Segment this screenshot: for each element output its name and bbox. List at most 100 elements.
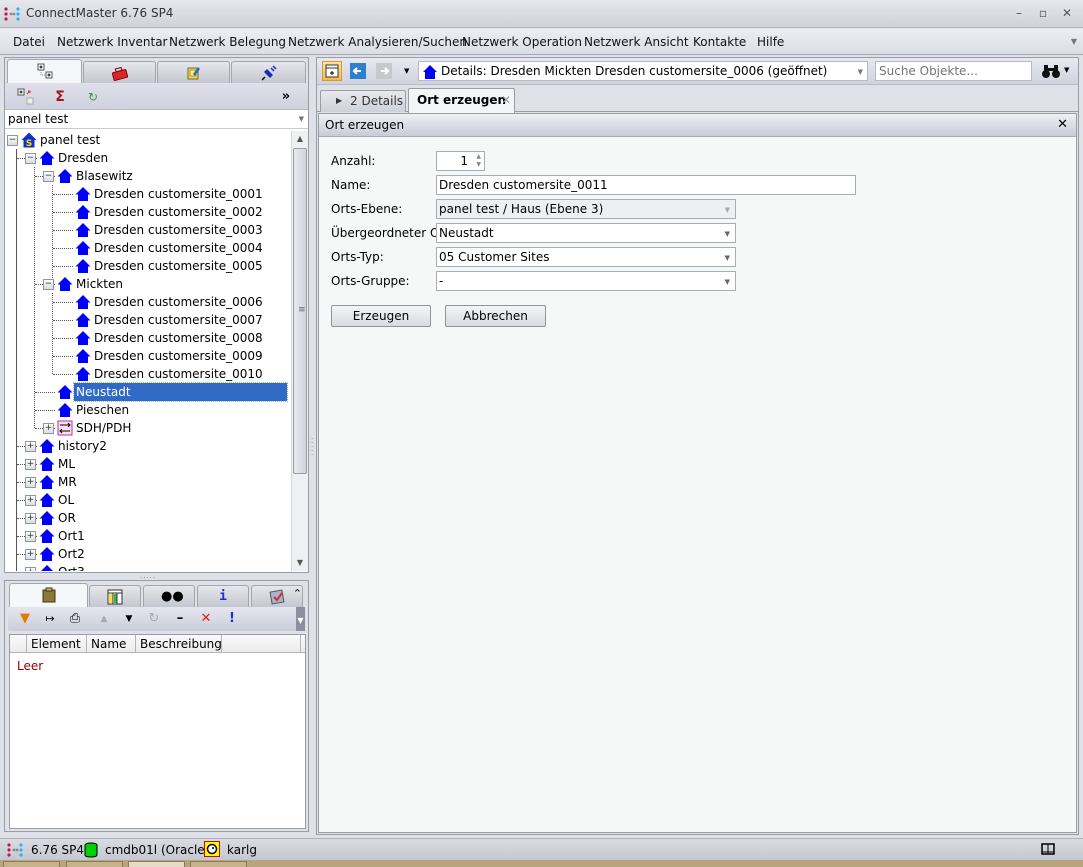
form-title: Ort erzeugen xyxy=(325,118,405,132)
expand-node-icon[interactable]: + xyxy=(25,531,36,542)
forward-button[interactable] xyxy=(374,61,394,81)
maximize-button[interactable]: ▫ xyxy=(1032,4,1054,22)
menu-overflow-icon[interactable]: ▼ xyxy=(1071,37,1077,46)
scroll-up-icon[interactable]: ▲ xyxy=(292,131,308,147)
search-objects-field[interactable] xyxy=(875,61,1032,81)
column-width-icon[interactable]: ↦ xyxy=(41,610,59,628)
collapse-node-icon[interactable]: − xyxy=(43,171,54,182)
tab-clipboard[interactable] xyxy=(9,583,88,607)
refresh-icon[interactable]: ↻ xyxy=(145,610,163,628)
uebergeordneter-ort-select[interactable]: Neustadt ▼ xyxy=(436,223,736,243)
column-header-element[interactable]: Element xyxy=(27,635,87,653)
column-header-select[interactable] xyxy=(10,635,27,653)
house-icon xyxy=(75,330,91,346)
binoculars-icon[interactable] xyxy=(1041,62,1061,80)
column-header-name[interactable]: Name xyxy=(87,635,136,653)
overflow-chevron-icon[interactable]: » xyxy=(277,88,295,106)
close-window-button[interactable]: ✕ xyxy=(1056,4,1078,22)
house-icon xyxy=(39,150,55,166)
print-icon[interactable]: ⎙ xyxy=(66,610,84,628)
collapse-node-icon[interactable]: − xyxy=(7,135,18,146)
tab-toolbox[interactable] xyxy=(83,61,156,83)
history-dropdown-icon[interactable]: ▼ xyxy=(404,67,409,75)
taskbar-button[interactable] xyxy=(190,861,247,867)
tab-table[interactable] xyxy=(89,585,141,607)
tree-item-label: Dresden customersite_0006 xyxy=(94,295,263,309)
navigation-bar: ▼ Details: Dresden Mickten Dresden custo… xyxy=(317,58,1078,85)
column-header-extra[interactable] xyxy=(222,635,301,653)
address-bar[interactable]: Details: Dresden Mickten Dresden custome… xyxy=(418,61,868,81)
menu-netzwerk-ansicht[interactable]: Netzwerk Ansicht xyxy=(584,35,689,49)
user-text: karlg xyxy=(227,843,257,857)
expand-node-icon[interactable]: + xyxy=(25,477,36,488)
scroll-thumb[interactable]: ≡ xyxy=(293,148,307,474)
sum-icon[interactable]: Σ xyxy=(51,88,69,106)
taskbar-button[interactable] xyxy=(3,861,60,867)
delete-icon[interactable]: ✕ xyxy=(197,610,215,628)
vertical-splitter[interactable]: · · · · · xyxy=(311,57,315,835)
expand-node-icon[interactable]: + xyxy=(25,495,36,506)
refresh-icon[interactable]: ↻ xyxy=(84,88,102,106)
spin-down-icon[interactable]: ▼ xyxy=(476,161,481,168)
orts-ebene-value: panel test / Haus (Ebene 3) xyxy=(439,202,604,216)
minimize-button[interactable]: – xyxy=(1008,4,1030,22)
tree-connector-line xyxy=(35,392,55,393)
tab-search[interactable]: ●● xyxy=(143,585,195,607)
filter-icon[interactable]: ▼ xyxy=(16,610,34,628)
element-table: Element Name Beschreibung Leer xyxy=(9,634,306,829)
tab-info[interactable]: i xyxy=(197,585,249,607)
anzahl-spinner[interactable]: 1 ▲ ▼ xyxy=(436,151,485,171)
taskbar-button[interactable] xyxy=(66,861,123,867)
move-down-icon[interactable]: ▼ xyxy=(120,610,138,628)
search-options-dropdown-icon[interactable]: ▼ xyxy=(1064,66,1069,74)
menu-netzwerk-inventar[interactable]: Netzwerk Inventar xyxy=(57,35,167,49)
menu-netzwerk-operation[interactable]: Netzwerk Operation xyxy=(462,35,582,49)
new-window-button[interactable] xyxy=(322,61,342,81)
back-button[interactable] xyxy=(348,61,368,81)
grip-icon: ≡ xyxy=(298,305,306,315)
tree-item-label: Dresden xyxy=(58,151,109,165)
spin-up-icon[interactable]: ▲ xyxy=(476,153,481,160)
orts-gruppe-select[interactable]: - ▼ xyxy=(436,271,736,291)
tab-configuration[interactable] xyxy=(157,61,230,83)
move-up-icon[interactable]: ▲ xyxy=(95,610,113,628)
collapse-panel-icon[interactable]: ⌃ xyxy=(293,587,302,600)
navigator-root-selector[interactable]: panel test ▼ xyxy=(5,110,308,129)
tab-ort-erzeugen[interactable]: Ort erzeugen ✕ xyxy=(408,88,515,113)
collapse-node-icon[interactable]: − xyxy=(43,279,54,290)
minus-icon[interactable]: – xyxy=(171,610,189,628)
expand-node-icon[interactable]: + xyxy=(25,549,36,560)
expand-node-icon[interactable]: + xyxy=(25,513,36,524)
tree-item-label: Ort1 xyxy=(58,529,85,543)
menu-hilfe[interactable]: Hilfe xyxy=(757,35,784,49)
layout-split-icon[interactable] xyxy=(1041,843,1055,856)
abbrechen-button[interactable]: Abbrechen xyxy=(445,305,546,327)
expand-node-icon[interactable]: + xyxy=(43,423,54,434)
collapse-tree-icon[interactable] xyxy=(17,88,35,106)
menu-netzwerk-belegung[interactable]: Netzwerk Belegung xyxy=(169,35,286,49)
expand-node-icon[interactable]: + xyxy=(25,441,36,452)
taskbar-button-active[interactable] xyxy=(128,861,185,867)
orts-typ-select[interactable]: 05 Customer Sites ▼ xyxy=(436,247,736,267)
erzeugen-button[interactable]: Erzeugen xyxy=(331,305,431,327)
tree-scrollbar[interactable]: ▲ ≡ ▼ xyxy=(291,131,308,571)
exclamation-icon[interactable]: ! xyxy=(223,610,241,628)
name-input[interactable]: Dresden customersite_0011 xyxy=(436,175,856,195)
expand-node-icon[interactable]: + xyxy=(25,567,36,571)
close-tab-icon[interactable]: ✕ xyxy=(501,90,511,110)
scroll-down-icon[interactable]: ▼ xyxy=(292,555,308,571)
menu-datei[interactable]: Datei xyxy=(13,35,45,49)
tab-2-details[interactable]: ▶ 2 Details xyxy=(320,90,406,112)
collapse-node-icon[interactable]: − xyxy=(25,153,36,164)
expand-node-icon[interactable]: + xyxy=(25,459,36,470)
column-header-beschreibung[interactable]: Beschreibung xyxy=(136,635,222,653)
tree-connector-line xyxy=(52,185,53,284)
close-form-icon[interactable]: ✕ xyxy=(1057,117,1068,132)
search-input[interactable] xyxy=(876,62,1031,80)
tab-connections[interactable] xyxy=(231,61,306,83)
tab-tree-view[interactable] xyxy=(7,59,82,83)
navigator-tabs xyxy=(5,58,308,83)
toolbar-overflow-icon[interactable]: ▼ xyxy=(296,607,305,631)
menu-netzwerk-analysieren[interactable]: Netzwerk Analysieren/Suchen xyxy=(288,35,467,49)
menu-kontakte[interactable]: Kontakte xyxy=(693,35,746,49)
